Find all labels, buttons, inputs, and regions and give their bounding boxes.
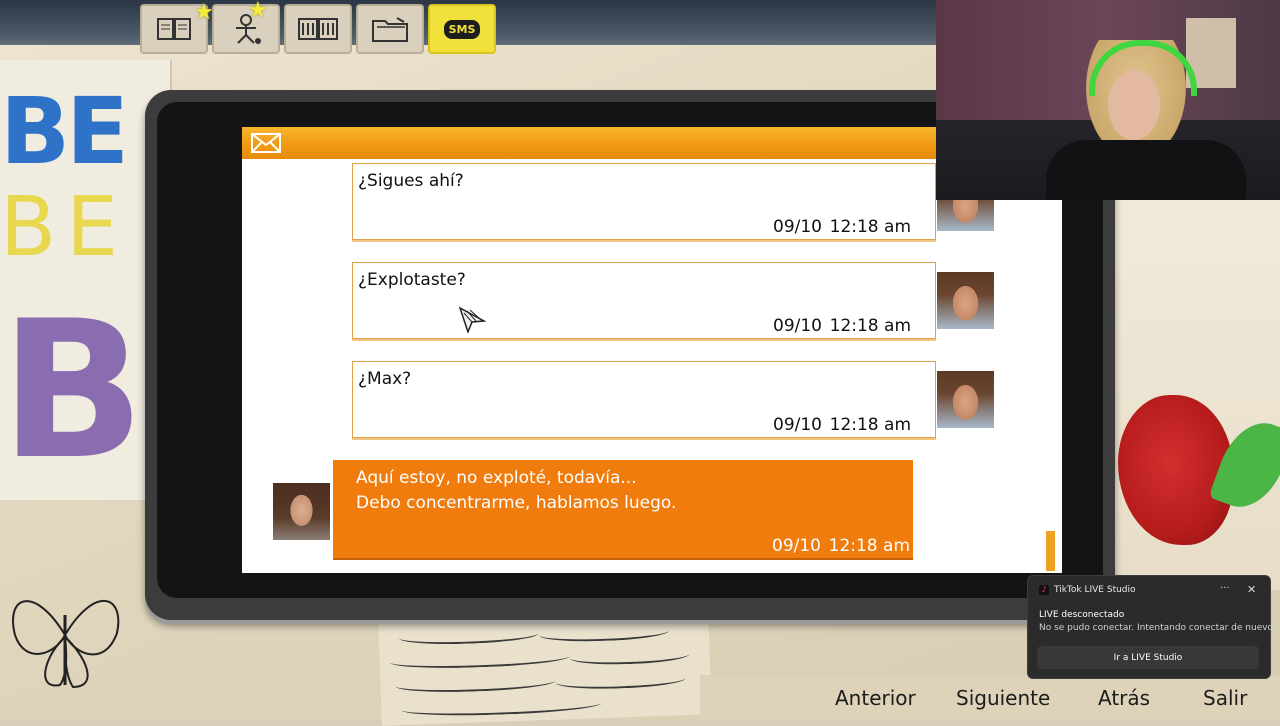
character-icon[interactable] bbox=[212, 4, 280, 54]
reply-line-1: Aquí estoy, no exploté, todavía... bbox=[356, 468, 637, 488]
sms-icon: SMS bbox=[443, 19, 481, 39]
nav-previous[interactable]: Anterior bbox=[835, 686, 916, 710]
handwritten-note bbox=[378, 609, 712, 726]
collage-letters-2: BE bbox=[0, 180, 129, 275]
scrollbar-thumb[interactable] bbox=[1046, 531, 1055, 571]
message-time: 12:18 am bbox=[829, 316, 911, 336]
envelope-icon bbox=[251, 133, 281, 153]
nav-next[interactable]: Siguiente bbox=[956, 686, 1050, 710]
collage-letters-1: BE bbox=[0, 78, 129, 185]
sms-tab[interactable]: SMS bbox=[428, 4, 496, 54]
message-date: 09/10 bbox=[773, 217, 822, 237]
butterfly-icon bbox=[12, 600, 120, 689]
reply-line-2: Debo concentrarme, hablamos luego. bbox=[356, 493, 677, 513]
close-icon[interactable]: ✕ bbox=[1247, 583, 1256, 596]
notification-toast: ♪ TikTok LIVE Studio ··· ✕ LIVE desconec… bbox=[1027, 575, 1280, 679]
message-text: ¿Max? bbox=[358, 369, 412, 389]
tiktok-icon: ♪ bbox=[1039, 585, 1049, 595]
star-icon: ★ bbox=[248, 0, 268, 23]
cursor-icon bbox=[458, 306, 486, 333]
nav-exit[interactable]: Salir bbox=[1203, 686, 1247, 710]
toast-app-name: TikTok LIVE Studio bbox=[1054, 585, 1136, 595]
message-time: 12:18 am bbox=[829, 415, 911, 435]
nav-back[interactable]: Atrás bbox=[1098, 686, 1150, 710]
webcam-overlay bbox=[936, 0, 1280, 200]
toast-body: No se pudo conectar. Intentando conectar… bbox=[1039, 623, 1280, 633]
message-date: 09/10 bbox=[773, 415, 822, 435]
folder-icon[interactable] bbox=[356, 4, 424, 54]
message-date: 09/10 bbox=[773, 316, 822, 336]
avatar-sender bbox=[937, 200, 994, 231]
message-text: ¿Sigues ahí? bbox=[358, 171, 464, 191]
reply-time: 12:18 am bbox=[828, 536, 910, 556]
avatar-self bbox=[273, 483, 330, 540]
go-to-live-studio-button[interactable]: Ir a LIVE Studio bbox=[1037, 646, 1259, 669]
message-bubble: ¿Max? 09/10 12:18 am bbox=[352, 361, 936, 438]
message-bubble: ¿Sigues ahí? 09/10 12:18 am bbox=[352, 163, 936, 240]
more-options-icon[interactable]: ··· bbox=[1220, 583, 1230, 594]
photos-icon[interactable] bbox=[284, 4, 352, 54]
avatar-sender bbox=[937, 371, 994, 428]
star-icon: ★ bbox=[194, 0, 214, 25]
toast-title: LIVE desconectado bbox=[1039, 610, 1125, 620]
message-text: ¿Explotaste? bbox=[358, 270, 466, 290]
reply-date: 09/10 bbox=[772, 536, 821, 556]
reply-bubble: Aquí estoy, no exploté, todavía... Debo … bbox=[333, 460, 913, 558]
message-bubble: ¿Explotaste? 09/10 12:18 am bbox=[352, 262, 936, 339]
avatar-sender bbox=[937, 272, 994, 329]
message-time: 12:18 am bbox=[829, 217, 911, 237]
